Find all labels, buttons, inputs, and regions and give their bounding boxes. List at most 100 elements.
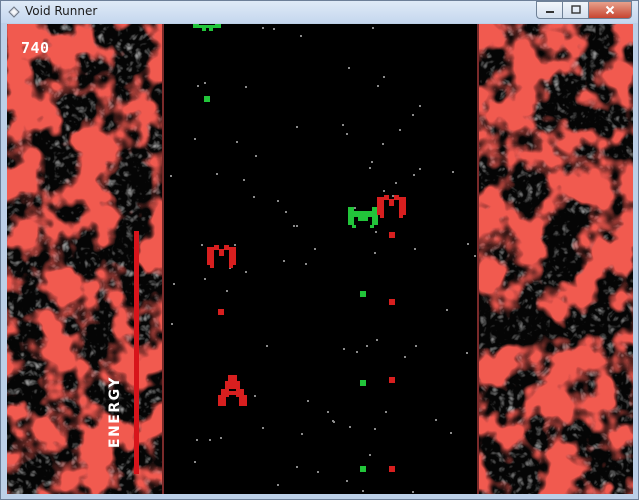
right-wall-texture bbox=[478, 24, 633, 494]
star bbox=[385, 411, 387, 413]
star bbox=[307, 400, 309, 402]
maximize-button[interactable] bbox=[562, 1, 588, 19]
star bbox=[415, 345, 417, 347]
player-ship bbox=[218, 375, 247, 406]
game-viewport[interactable]: 740 ENERGY bbox=[7, 24, 633, 494]
title-bar[interactable]: Void Runner bbox=[1, 1, 638, 23]
star bbox=[376, 339, 378, 341]
star bbox=[354, 207, 356, 209]
maximize-icon bbox=[570, 5, 581, 14]
star bbox=[362, 490, 364, 492]
star bbox=[395, 182, 397, 184]
green-enemy-ship bbox=[193, 24, 221, 31]
star bbox=[262, 427, 264, 429]
red-enemy-ship bbox=[207, 245, 236, 268]
star bbox=[234, 244, 236, 246]
star bbox=[346, 133, 348, 135]
star bbox=[194, 461, 196, 463]
star bbox=[317, 471, 319, 473]
star bbox=[412, 114, 414, 116]
star bbox=[342, 124, 344, 126]
star bbox=[348, 67, 350, 69]
star bbox=[414, 248, 416, 250]
minimize-icon bbox=[545, 11, 554, 13]
star bbox=[283, 260, 285, 262]
star bbox=[404, 356, 406, 358]
star bbox=[450, 432, 452, 434]
star bbox=[349, 426, 351, 428]
star bbox=[293, 225, 295, 227]
star bbox=[346, 480, 348, 482]
enemy-bullet bbox=[204, 96, 210, 102]
star bbox=[204, 82, 206, 84]
star bbox=[383, 76, 385, 78]
star bbox=[171, 323, 173, 325]
right-wall-edge bbox=[477, 24, 479, 494]
star bbox=[412, 491, 414, 493]
star bbox=[383, 190, 385, 192]
star bbox=[466, 352, 468, 354]
left-wall-edge bbox=[162, 24, 164, 494]
star bbox=[435, 419, 437, 421]
star bbox=[253, 196, 255, 198]
star bbox=[173, 283, 175, 285]
enemy-bullet bbox=[389, 377, 395, 383]
star bbox=[301, 433, 303, 435]
star bbox=[273, 28, 275, 30]
enemy-bullet bbox=[389, 232, 395, 238]
star bbox=[356, 351, 358, 353]
star bbox=[236, 141, 238, 143]
star bbox=[296, 126, 298, 128]
star bbox=[296, 225, 298, 227]
enemy-bullet bbox=[360, 380, 366, 386]
star bbox=[277, 200, 279, 202]
star bbox=[314, 248, 316, 250]
star bbox=[245, 271, 247, 273]
left-wall-texture bbox=[7, 24, 163, 494]
enemy-bullet bbox=[360, 466, 366, 472]
window-title: Void Runner bbox=[25, 4, 98, 18]
star bbox=[392, 195, 394, 197]
minimize-button[interactable] bbox=[536, 1, 562, 19]
star bbox=[196, 439, 198, 441]
star bbox=[204, 278, 206, 280]
star bbox=[327, 411, 329, 413]
star bbox=[209, 439, 211, 441]
star bbox=[254, 395, 256, 397]
star bbox=[216, 173, 218, 175]
star bbox=[226, 290, 228, 292]
star bbox=[343, 348, 345, 350]
star bbox=[369, 167, 371, 169]
star bbox=[467, 243, 469, 245]
star bbox=[419, 168, 421, 170]
star bbox=[197, 85, 199, 87]
red-enemy-ship bbox=[377, 195, 406, 218]
star bbox=[333, 421, 335, 423]
star bbox=[266, 345, 268, 347]
star bbox=[375, 231, 377, 233]
score-display: 740 bbox=[21, 39, 50, 57]
star bbox=[255, 155, 257, 157]
star bbox=[413, 174, 415, 176]
enemy-bullets-red bbox=[218, 232, 395, 472]
enemy-bullet bbox=[389, 299, 395, 305]
star bbox=[399, 129, 401, 131]
game-window: Void Runner 740 ENERGY bbox=[0, 0, 639, 500]
app-icon bbox=[8, 6, 20, 18]
close-button[interactable] bbox=[588, 1, 632, 19]
star bbox=[296, 466, 298, 468]
game-canvas[interactable] bbox=[7, 24, 633, 494]
star bbox=[300, 35, 302, 37]
star bbox=[446, 309, 448, 311]
window-controls bbox=[536, 1, 632, 19]
star bbox=[201, 244, 203, 246]
star bbox=[245, 86, 247, 88]
star bbox=[369, 454, 371, 456]
star bbox=[305, 263, 307, 265]
star bbox=[277, 484, 279, 486]
enemy-bullet bbox=[218, 309, 224, 315]
enemy-bullets-green bbox=[204, 96, 366, 472]
star bbox=[220, 437, 222, 439]
star bbox=[194, 138, 196, 140]
star bbox=[170, 175, 172, 177]
